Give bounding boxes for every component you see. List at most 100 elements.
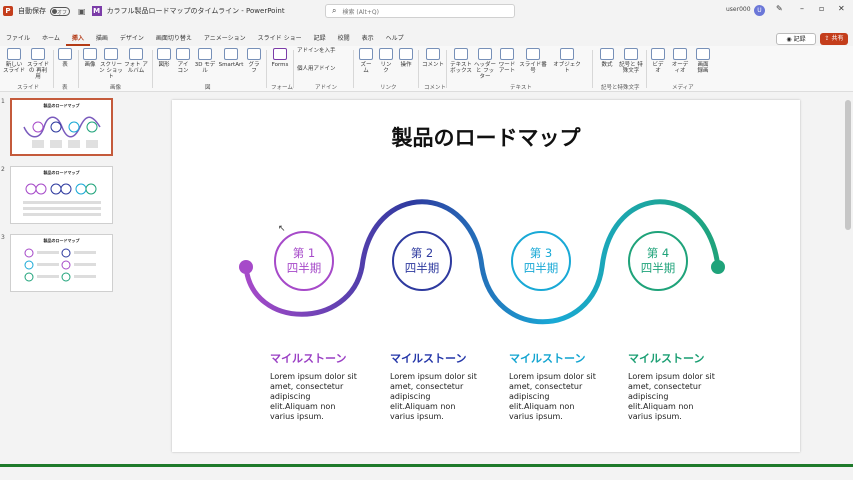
pictures-button[interactable]: 画像 <box>82 48 98 68</box>
photo-album-label: フォト アルバム <box>124 62 148 74</box>
object-button[interactable]: オブジェクト <box>552 48 582 74</box>
table-button[interactable]: 表 <box>58 48 72 68</box>
tab-home[interactable]: ホーム <box>36 32 66 46</box>
tab-file[interactable]: ファイル <box>0 32 36 46</box>
status-bar-edge <box>0 464 853 467</box>
milestone-body: Lorem ipsum dolor sit amet, consectetur … <box>509 372 596 421</box>
screen-recording-icon <box>696 48 710 60</box>
header-footer-icon <box>478 48 492 60</box>
designer-icon[interactable]: M <box>91 6 102 16</box>
ribbon: 新しい スライド スライドの 再利用 スライド 表 表 画像 スクリーン ショッ… <box>0 46 853 92</box>
3d-models-button[interactable]: 3D モデル <box>194 48 216 74</box>
header-footer-button[interactable]: ヘッダーと フッター <box>474 48 496 80</box>
forms-button[interactable]: Forms <box>270 48 290 68</box>
save-icon[interactable]: ▣ <box>78 7 86 16</box>
slide-thumbnail-3[interactable]: 製品のロードマップ <box>10 234 113 292</box>
avatar[interactable]: U <box>754 5 765 16</box>
equation-button[interactable]: 数式 <box>596 48 618 68</box>
ribbon-divider <box>592 50 593 88</box>
reuse-slide-button[interactable]: スライドの 再利用 <box>27 48 49 80</box>
textbox-button[interactable]: テキスト ボックス <box>450 48 472 74</box>
tab-draw[interactable]: 描画 <box>90 32 114 46</box>
tab-animations[interactable]: アニメーション <box>198 32 252 46</box>
quarter-label: 四半期 <box>640 261 676 275</box>
tab-design[interactable]: デザイン <box>114 32 150 46</box>
close-icon[interactable]: ✕ <box>838 4 845 13</box>
minimize-icon[interactable]: – <box>800 4 804 13</box>
action-button[interactable]: 操作 <box>398 48 414 68</box>
search-icon: ⌕ <box>332 6 337 15</box>
audio-button[interactable]: オーディオ <box>670 48 690 74</box>
slide-thumbnail-pane: 1 製品のロードマップ 2 製品のロードマップ 3 製品のロードマップ <box>0 92 120 462</box>
slide-number-label: スライド番号 <box>519 62 547 74</box>
record-label: 記録 <box>793 36 806 43</box>
photo-album-button[interactable]: フォト アルバム <box>124 48 148 74</box>
quarter-number: 第 2 <box>410 246 434 260</box>
icons-icon <box>176 48 190 60</box>
tab-review[interactable]: 校閲 <box>332 32 356 46</box>
link-icon <box>379 48 393 60</box>
vertical-scrollbar[interactable] <box>845 100 851 230</box>
screen-recording-button[interactable]: 画面 録画 <box>694 48 712 74</box>
quarter-circle-1: 第 1 四半期 <box>274 231 334 291</box>
milestone-3[interactable]: マイルストーン Lorem ipsum dolor sit amet, cons… <box>509 350 619 422</box>
slide-number-button[interactable]: スライド番号 <box>518 48 548 74</box>
maximize-icon[interactable]: ▫ <box>819 4 824 13</box>
milestone-heading: マイルストーン <box>628 352 705 365</box>
my-addins-button[interactable]: 個人用アドイン <box>297 66 347 72</box>
tab-transitions[interactable]: 画面切り替え <box>150 32 198 46</box>
smartart-icon <box>224 48 238 60</box>
zoom-label: ズーム <box>360 62 372 74</box>
slide-thumbnail-2[interactable]: 製品のロードマップ <box>10 166 113 224</box>
quarter-number: 第 3 <box>529 246 553 260</box>
group-images: 画像 <box>110 85 122 91</box>
record-button[interactable]: ◉ 記録 <box>776 33 816 45</box>
mouse-cursor-icon: ↖ <box>278 224 286 234</box>
audio-icon <box>673 48 687 60</box>
group-comments: コメント <box>424 85 447 91</box>
symbol-button[interactable]: 記号と 特殊文字 <box>619 48 643 74</box>
get-addins-button[interactable]: アドインを入手 <box>297 48 347 54</box>
tab-record[interactable]: 記録 <box>308 32 332 46</box>
wordart-button[interactable]: ワード アート <box>498 48 516 74</box>
zoom-button[interactable]: ズーム <box>358 48 374 74</box>
tab-slideshow[interactable]: スライド ショー <box>252 32 308 46</box>
share-button[interactable]: ⇪ 共有 <box>820 33 848 45</box>
icons-button[interactable]: アイ コン <box>175 48 191 74</box>
shapes-button[interactable]: 図形 <box>156 48 172 68</box>
tab-insert[interactable]: 挿入 <box>65 32 90 46</box>
slide-thumbnail-1[interactable]: 製品のロードマップ <box>10 98 113 156</box>
screenshot-button[interactable]: スクリーン ショット <box>99 48 123 80</box>
tab-help[interactable]: ヘルプ <box>380 32 410 46</box>
ribbon-divider <box>266 50 267 88</box>
reuse-slide-label: スライドの 再利用 <box>27 62 50 80</box>
action-label: 操作 <box>400 62 412 68</box>
thumbnail-number: 1 <box>1 98 5 105</box>
milestone-2[interactable]: マイルストーン Lorem ipsum dolor sit amet, cons… <box>390 350 500 422</box>
autosave-toggle[interactable]: オフ <box>50 6 70 16</box>
ribbon-divider <box>152 50 153 88</box>
chart-icon <box>247 48 261 60</box>
group-table: 表 <box>62 85 68 91</box>
milestone-heading: マイルストーン <box>509 352 586 365</box>
new-slide-button[interactable]: 新しい スライド <box>3 48 25 74</box>
milestone-4[interactable]: マイルストーン Lorem ipsum dolor sit amet, cons… <box>628 350 738 422</box>
slide-canvas[interactable]: 製品のロードマップ 第 1 四半期 第 2 四半期 第 3 四半期 第 4 四半期 マイ… <box>172 100 800 452</box>
search-box[interactable]: ⌕ 検索 (Alt+Q) <box>325 4 515 18</box>
audio-label: オーディオ <box>671 62 689 74</box>
ribbon-divider <box>446 50 447 88</box>
forms-icon <box>273 48 287 60</box>
tab-view[interactable]: 表示 <box>356 32 380 46</box>
ribbon-divider <box>353 50 354 88</box>
chart-button[interactable]: グラフ <box>246 48 262 74</box>
user-name[interactable]: user000 <box>726 6 751 13</box>
comment-button[interactable]: コメント <box>422 48 444 68</box>
milestone-heading: マイルストーン <box>270 352 347 365</box>
smartart-button[interactable]: SmartArt <box>218 48 244 68</box>
milestone-body: Lorem ipsum dolor sit amet, consectetur … <box>270 372 357 421</box>
milestone-1[interactable]: マイルストーン Lorem ipsum dolor sit amet, cons… <box>270 350 380 422</box>
pen-icon[interactable]: ✎ <box>776 4 783 13</box>
video-button[interactable]: ビデオ <box>650 48 666 74</box>
link-button[interactable]: リンク <box>378 48 394 74</box>
quarter-circle-4: 第 4 四半期 <box>628 231 688 291</box>
